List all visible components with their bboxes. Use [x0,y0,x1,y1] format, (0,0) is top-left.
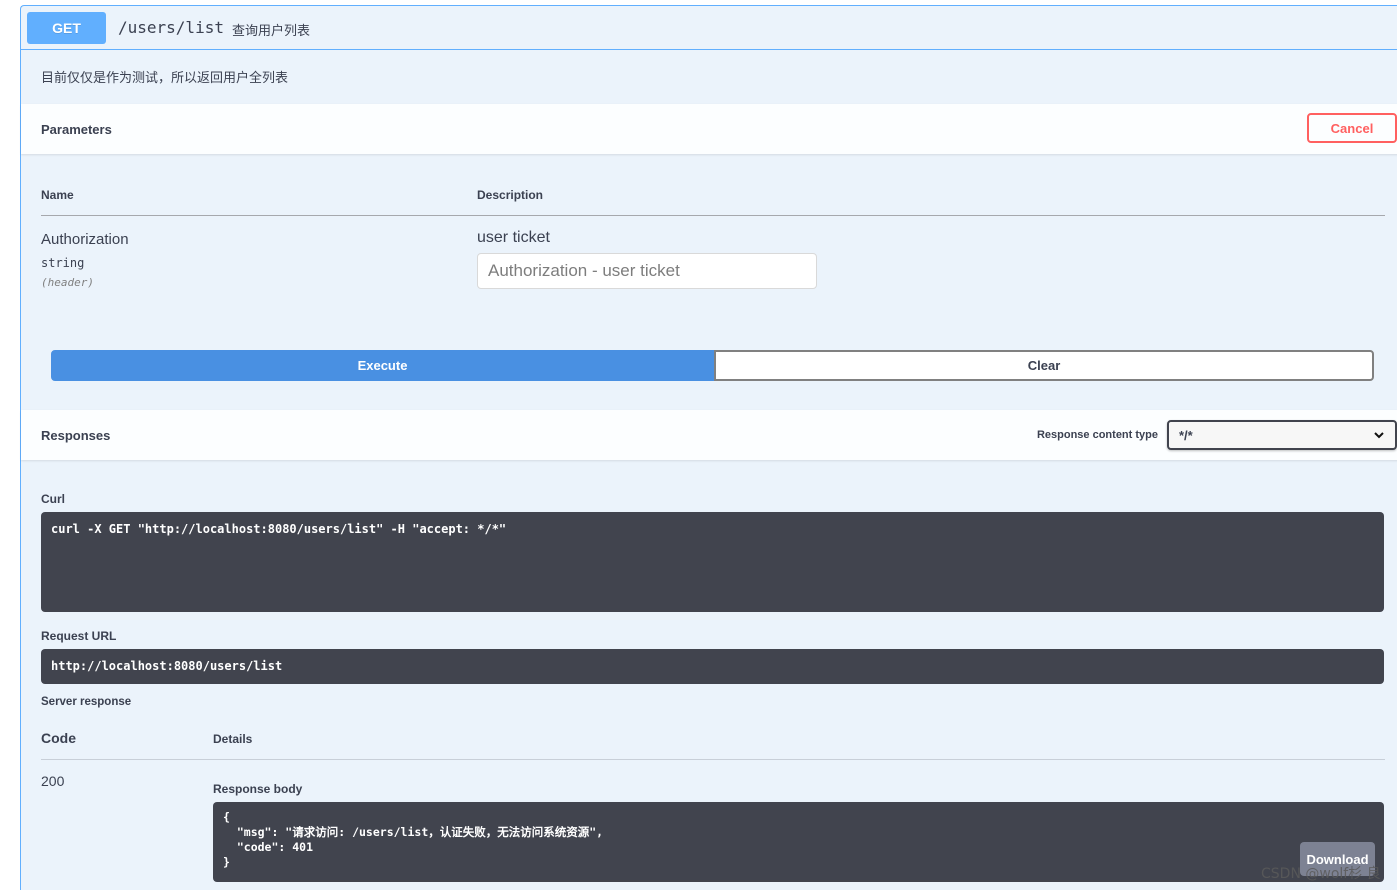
cancel-button[interactable]: Cancel [1307,113,1397,143]
curl-label: Curl [41,492,65,506]
chevron-down-icon [1374,432,1384,439]
column-header-name: Name [41,188,74,202]
responses-header: Responses Response content type */* [21,410,1397,460]
parameters-title: Parameters [41,122,112,137]
authorization-input[interactable] [477,253,817,289]
response-table-divider [41,759,1385,760]
parameters-divider [41,215,1385,216]
csdn-watermark: CSDN @wolf杉 良 [1261,866,1381,882]
response-body-label: Response body [213,782,303,796]
operation-path: /users/list [118,18,224,37]
response-code-header: Code [41,730,76,746]
operation-description: 目前仅仅是作为测试，所以返回用户全列表 [41,70,289,85]
request-url-label: Request URL [41,629,117,643]
parameters-header: Parameters Cancel [21,104,1397,154]
operation-summary-text: 查询用户列表 [232,23,311,38]
parameter-location: (header) [41,276,94,289]
column-header-description: Description [477,188,544,202]
response-content-type-label: Response content type [1036,429,1158,441]
http-method-badge: GET [27,12,106,44]
request-url-block[interactable]: http://localhost:8080/users/list [41,649,1384,684]
response-content-type-value: */* [1179,427,1193,443]
curl-command-block[interactable]: curl -X GET "http://localhost:8080/users… [41,512,1384,612]
execute-button[interactable]: Execute [51,350,714,381]
operation-summary[interactable]: GET /users/list 查询用户列表 [21,6,1397,50]
response-status-code: 200 [41,773,65,789]
server-response-label: Server response [41,696,132,708]
response-body-block[interactable]: { "msg": "请求访问: /users/list，认证失败，无法访问系统资… [213,802,1384,882]
response-content-type-select[interactable]: */* [1167,420,1397,450]
operation-block-get-users-list: GET /users/list 查询用户列表 目前仅仅是作为测试，所以返回用户全… [20,5,1397,890]
responses-title: Responses [41,428,111,443]
parameter-type: string [41,256,85,270]
parameter-name: Authorization [41,231,129,248]
clear-button[interactable]: Clear [714,350,1374,381]
parameter-description: user ticket [477,229,550,246]
response-details-header: Details [213,732,253,746]
